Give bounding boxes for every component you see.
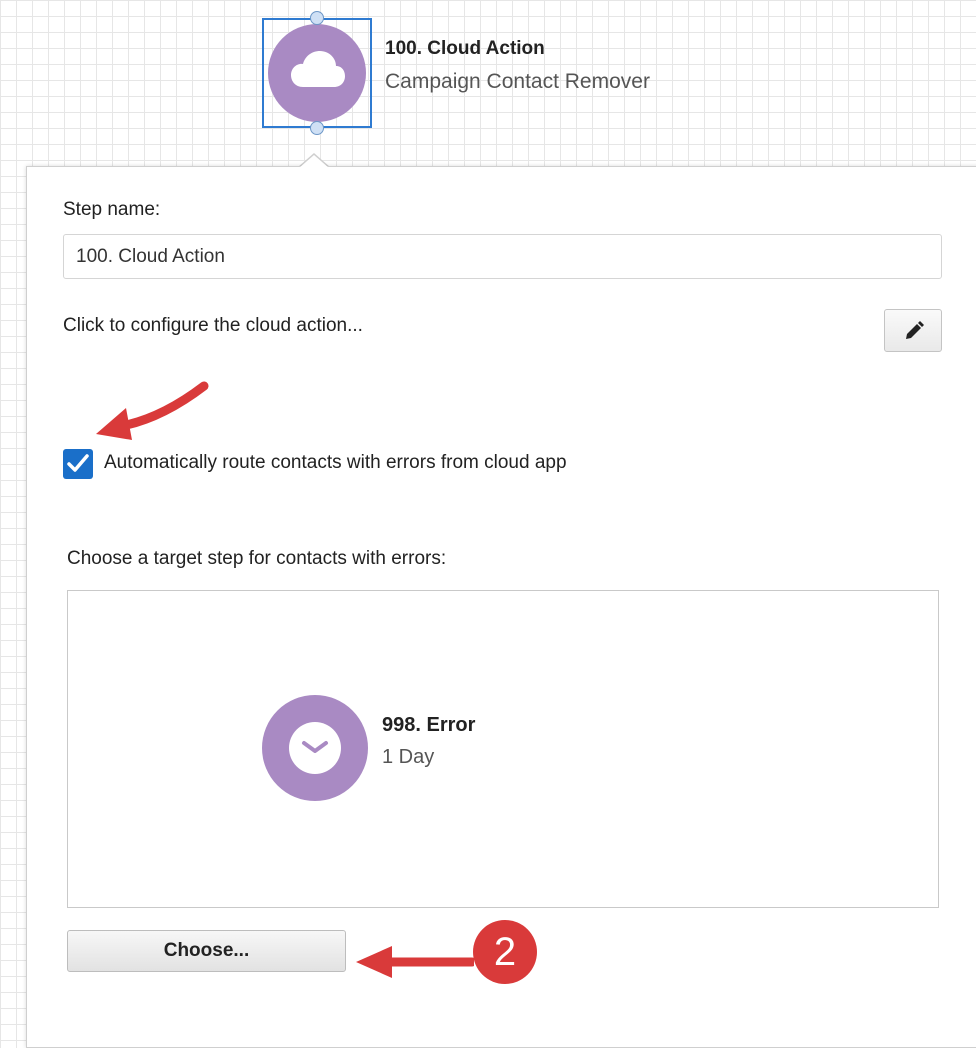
step-subtitle: Campaign Contact Remover	[385, 70, 650, 93]
step-title: 100. Cloud Action	[385, 38, 545, 59]
edit-cloud-action-button[interactable]	[884, 309, 942, 352]
target-step-subtitle: 1 Day	[382, 746, 435, 768]
annotation-badge: 2	[473, 920, 537, 984]
target-step-title: 998. Error	[382, 714, 476, 736]
annotation-arrow-checkbox	[96, 381, 209, 440]
auto-route-checkbox[interactable]	[63, 449, 93, 479]
checkmark-icon	[67, 454, 89, 472]
step-name-input[interactable]	[63, 234, 942, 279]
panel-pointer-fill	[299, 155, 329, 168]
annotation-arrow-choose	[356, 946, 474, 978]
step-circle	[268, 24, 366, 122]
cloud-icon	[291, 51, 345, 87]
pencil-icon	[906, 321, 924, 339]
step-name-label: Step name:	[63, 199, 161, 220]
bottom-connector-handle[interactable]	[310, 121, 324, 135]
configure-label: Click to configure the cloud action...	[63, 315, 363, 336]
auto-route-label[interactable]: Automatically route contacts with errors…	[104, 452, 567, 474]
cloud-action-step-node[interactable]	[262, 18, 372, 128]
top-connector-handle[interactable]	[310, 11, 324, 25]
choose-button[interactable]: Choose...	[67, 930, 346, 972]
error-step-node[interactable]	[262, 695, 368, 801]
target-step-box[interactable]	[67, 590, 939, 908]
canvas-grid: 100. Cloud Action Campaign Contact Remov…	[0, 0, 976, 1048]
target-step-label: Choose a target step for contacts with e…	[67, 548, 447, 569]
clock-icon	[289, 722, 341, 774]
